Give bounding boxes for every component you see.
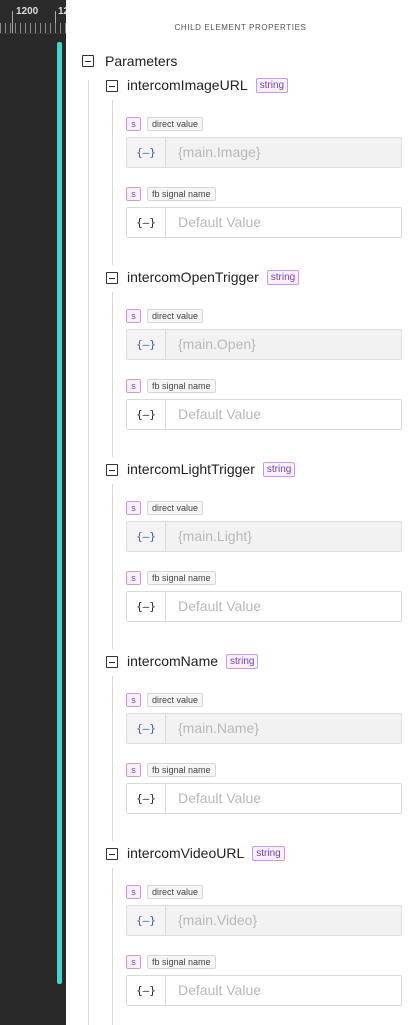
input-placeholder: Default Value: [178, 598, 262, 614]
collapse-icon[interactable]: [106, 848, 118, 860]
ruler-label: 12: [58, 6, 66, 17]
signal-name-input[interactable]: {—} Default Value: [126, 783, 402, 814]
type-tag: s: [126, 379, 141, 393]
type-tag: s: [126, 693, 141, 707]
binding-icon[interactable]: {—}: [127, 208, 166, 237]
group-guide-line: [112, 484, 113, 649]
param-name: intercomVideoURL string: [127, 845, 285, 861]
input-value: {main.Video}: [178, 912, 258, 928]
binding-icon[interactable]: {—}: [127, 522, 166, 551]
type-badge: string: [255, 78, 289, 93]
input-value: {main.Light}: [178, 528, 252, 544]
binding-icon[interactable]: {—}: [127, 906, 166, 935]
binding-icon[interactable]: {—}: [127, 976, 166, 1005]
signal-name-input[interactable]: {—} Default Value: [126, 399, 402, 430]
field-label: direct value: [147, 501, 204, 515]
group-guide-line: [112, 292, 113, 457]
direct-value-input[interactable]: {—} {main.Open}: [126, 329, 402, 360]
direct-value-input[interactable]: {—} {main.Name}: [126, 713, 402, 744]
field-label: direct value: [147, 693, 204, 707]
type-badge: string: [266, 270, 300, 285]
direct-value-input[interactable]: {—} {main.Image}: [126, 137, 402, 168]
group-guide-line: [112, 868, 113, 1025]
param-name: intercomOpenTrigger string: [127, 269, 300, 285]
type-badge: string: [262, 462, 296, 477]
binding-icon[interactable]: {—}: [127, 714, 166, 743]
signal-name-input[interactable]: {—} Default Value: [126, 975, 402, 1006]
signal-name-input[interactable]: {—} Default Value: [126, 207, 402, 238]
binding-icon[interactable]: {—}: [127, 400, 166, 429]
input-placeholder: Default Value: [178, 214, 262, 230]
field-label: direct value: [147, 309, 204, 323]
direct-value-input[interactable]: {—} {main.Video}: [126, 905, 402, 936]
type-tag: s: [126, 763, 141, 777]
signal-name-input[interactable]: {—} Default Value: [126, 591, 402, 622]
binding-icon[interactable]: {—}: [127, 330, 166, 359]
horizontal-ruler: 1200 12: [0, 0, 66, 34]
input-placeholder: Default Value: [178, 982, 262, 998]
param-name: intercomImageURL string: [127, 77, 289, 93]
param-name: intercomLightTrigger string: [127, 461, 296, 477]
collapse-icon[interactable]: [106, 272, 118, 284]
parameters-label: Parameters: [105, 53, 178, 69]
group-guide-line: [112, 100, 113, 265]
collapse-icon[interactable]: [106, 464, 118, 476]
type-badge: string: [252, 846, 285, 861]
field-label: fb signal name: [147, 379, 216, 393]
field-label: fb signal name: [147, 955, 216, 969]
collapse-icon[interactable]: [106, 656, 118, 668]
binding-icon[interactable]: {—}: [127, 138, 166, 167]
field-label: direct value: [147, 885, 204, 899]
canvas-area[interactable]: 1200 12: [0, 0, 66, 1025]
field-label: fb signal name: [147, 571, 216, 585]
binding-icon[interactable]: {—}: [127, 784, 166, 813]
collapse-icon[interactable]: [82, 55, 94, 67]
input-value: {main.Name}: [178, 720, 259, 736]
input-placeholder: Default Value: [178, 790, 262, 806]
direct-value-input[interactable]: {—} {main.Light}: [126, 521, 402, 552]
tree-guide-line: [88, 80, 89, 1025]
type-tag: s: [126, 309, 141, 323]
input-value: {main.Image}: [178, 144, 261, 160]
field-label: direct value: [147, 117, 204, 131]
type-tag: s: [126, 955, 141, 969]
type-tag: s: [126, 571, 141, 585]
properties-panel: CHILD ELEMENT PROPERTIES Parameters inte…: [66, 0, 415, 1025]
type-badge: string: [226, 654, 259, 669]
type-tag: s: [126, 117, 141, 131]
binding-icon[interactable]: {—}: [127, 592, 166, 621]
field-label: fb signal name: [147, 187, 216, 201]
input-placeholder: Default Value: [178, 406, 262, 422]
param-name: intercomName string: [127, 653, 259, 669]
type-tag: s: [126, 501, 141, 515]
panel-title: CHILD ELEMENT PROPERTIES: [174, 23, 307, 32]
type-tag: s: [126, 187, 141, 201]
ruler-ticks: [0, 23, 66, 33]
group-guide-line: [112, 676, 113, 841]
field-label: fb signal name: [147, 763, 216, 777]
type-tag: s: [126, 885, 141, 899]
ruler-label: 1200: [16, 6, 39, 17]
selection-edge[interactable]: [57, 42, 62, 984]
input-value: {main.Open}: [178, 336, 256, 352]
collapse-icon[interactable]: [106, 80, 118, 92]
